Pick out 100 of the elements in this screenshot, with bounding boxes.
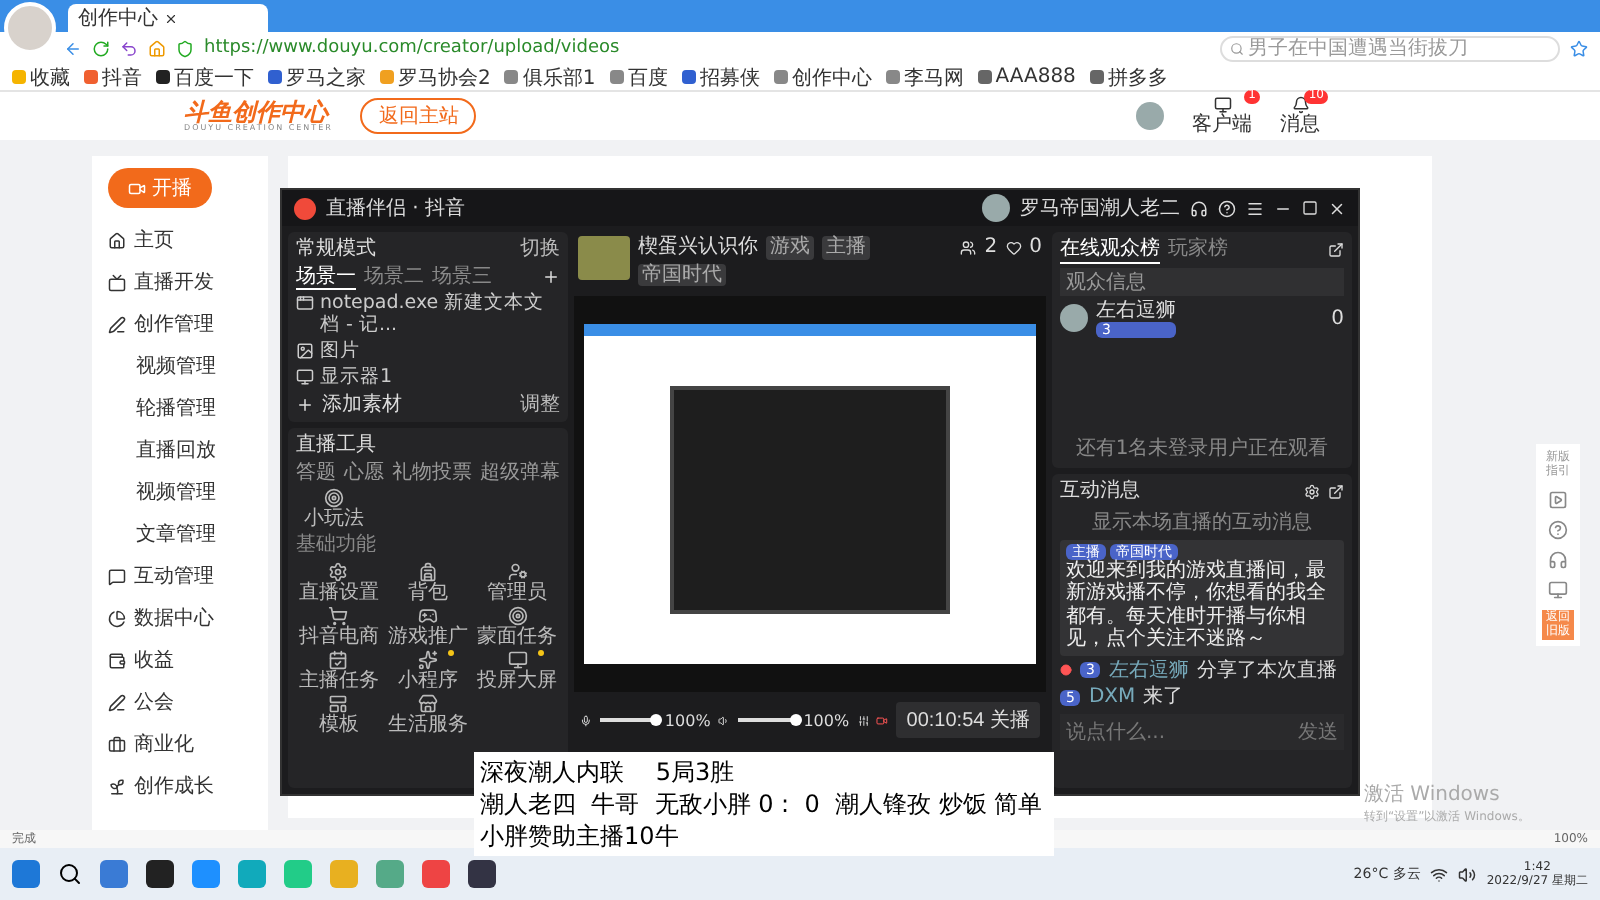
cover-thumbnail[interactable] xyxy=(578,236,630,280)
start-icon[interactable] xyxy=(12,860,40,888)
switch-button[interactable]: 切换 xyxy=(520,238,560,261)
add-source-button[interactable]: 添加素材 xyxy=(322,393,402,417)
speaker-icon[interactable] xyxy=(718,711,731,729)
popout-icon[interactable] xyxy=(1328,483,1344,500)
sidebar-subitem[interactable]: 文章管理 xyxy=(92,516,216,552)
scene-tab[interactable]: 场景一 xyxy=(296,265,356,290)
bookmark-link[interactable]: 百度 xyxy=(609,63,668,91)
sidebar-subitem[interactable]: 轮播管理 xyxy=(92,390,216,426)
audience-tab[interactable]: 在线观众榜 xyxy=(1060,238,1160,263)
source-item[interactable]: notepad.exe 新建文本文档 - 记... xyxy=(296,294,560,338)
volume-icon[interactable] xyxy=(1458,865,1477,883)
stream-title[interactable]: 楔蛋兴认识你 xyxy=(638,236,758,259)
spark-icon xyxy=(417,649,438,670)
bookmark-link[interactable]: 创作中心 xyxy=(773,63,872,91)
search-icon[interactable] xyxy=(58,862,82,886)
end-stream-button[interactable]: 00:10:54 关播 xyxy=(896,702,1040,738)
star-icon[interactable] xyxy=(1570,39,1588,57)
scene-tab[interactable]: 场景三 xyxy=(432,265,492,290)
add-icon[interactable] xyxy=(296,395,314,414)
bookmark-link[interactable]: 拼多多 xyxy=(1089,63,1168,91)
service-icon[interactable] xyxy=(1548,550,1568,571)
tool-link[interactable]: 超级弹幕 xyxy=(480,461,560,485)
mode-label[interactable]: 常规模式 xyxy=(296,238,376,261)
category-tag[interactable]: 帝国时代 xyxy=(638,263,726,286)
tool-item[interactable]: 蒙面任务 xyxy=(474,605,560,648)
screen-icon[interactable] xyxy=(1548,580,1568,601)
sidebar-item[interactable]: 数据中心 xyxy=(92,600,214,636)
tool-item[interactable]: 直播设置 xyxy=(296,561,382,604)
close-icon[interactable] xyxy=(1328,199,1346,217)
adjust-button[interactable]: 调整 xyxy=(520,393,560,417)
bookmark-link[interactable]: 抖音 xyxy=(84,63,142,91)
sidebar-item-icon xyxy=(108,567,126,585)
event-user[interactable]: DXM xyxy=(1088,686,1136,710)
taskbar-app-icon[interactable] xyxy=(146,860,174,888)
game-icon xyxy=(417,605,438,626)
audience-tab[interactable]: 玩家榜 xyxy=(1168,238,1228,263)
bookmark-link[interactable]: AAA888 xyxy=(977,66,1076,88)
sidebar-item[interactable]: 互动管理 xyxy=(92,558,214,594)
mini-game-tool[interactable]: 小玩法 xyxy=(296,488,364,531)
sidebar-subitem[interactable]: 直播回放 xyxy=(92,432,216,468)
search-icon xyxy=(1230,41,1244,55)
popout-icon[interactable] xyxy=(1328,242,1344,259)
tool-link[interactable]: 答题 xyxy=(296,461,336,485)
tool-item[interactable]: 抖音电商 xyxy=(296,605,382,648)
tool-item[interactable]: 生活服务 xyxy=(385,693,471,736)
bookmark-link[interactable]: 收藏 xyxy=(12,63,70,91)
tool-item[interactable]: 背包 xyxy=(385,561,471,604)
address-field[interactable]: https://www.douyu.com/creator/upload/videos xyxy=(204,38,1210,58)
refresh-icon[interactable] xyxy=(92,39,110,57)
network-icon[interactable] xyxy=(1430,865,1449,883)
viewer-name[interactable]: 左右逗狮 xyxy=(1096,299,1176,322)
tool-item[interactable]: 小程序 xyxy=(385,649,471,692)
settings-icon xyxy=(328,561,349,582)
mixer-icon[interactable] xyxy=(857,711,869,729)
bookmark-link[interactable]: 罗马协会2 xyxy=(380,63,491,91)
sidebar-item[interactable]: 创作成长 xyxy=(92,768,214,804)
bookmark-link[interactable]: 招募侠 xyxy=(681,63,760,91)
video-icon[interactable] xyxy=(1548,490,1568,511)
chat-title: 互动消息 xyxy=(1060,480,1140,503)
sidebar-item[interactable]: 收益 xyxy=(92,642,174,678)
sidebar-item[interactable]: 直播开发 xyxy=(92,264,214,300)
camera-icon[interactable] xyxy=(876,711,889,729)
tool-item[interactable]: 游戏推广 xyxy=(385,605,471,648)
undo-icon[interactable] xyxy=(120,39,138,57)
bookmark-link[interactable]: 李马网 xyxy=(885,63,964,91)
bookmark-link[interactable]: 罗马之家 xyxy=(268,63,366,91)
video-camera-icon xyxy=(128,179,146,197)
bookmark-link[interactable]: 俱乐部1 xyxy=(504,63,596,91)
close-tab-icon[interactable] xyxy=(164,11,178,25)
microphone-icon[interactable] xyxy=(580,711,592,729)
sidebar-item[interactable]: 主页 xyxy=(92,222,174,258)
sidebar-item-icon xyxy=(108,693,126,711)
user-avatar[interactable] xyxy=(982,194,1010,222)
menu-icon[interactable] xyxy=(1246,199,1264,217)
event-user[interactable]: 左右逗狮 xyxy=(1108,659,1189,683)
maximize-icon[interactable] xyxy=(1302,200,1318,216)
taskbar-app-icon[interactable] xyxy=(468,860,496,888)
tool-item[interactable]: 模板 xyxy=(296,693,382,736)
source-item[interactable]: 显示器1 xyxy=(296,367,560,390)
browser-tab[interactable]: 创作中心 xyxy=(68,4,268,32)
add-scene-icon[interactable] xyxy=(542,268,560,287)
tool-item[interactable]: 管理员 xyxy=(474,561,560,604)
bookmark-link[interactable]: 百度一下 xyxy=(156,63,254,91)
tool-link[interactable]: 礼物投票 xyxy=(392,461,472,485)
headset-icon[interactable] xyxy=(1190,199,1208,217)
sidebar-item[interactable]: 公会 xyxy=(92,684,174,720)
tool-item[interactable]: 投屏大屏 xyxy=(474,649,560,692)
sidebar-subitem[interactable]: 视频管理 xyxy=(92,474,216,510)
sidebar-item-icon xyxy=(108,735,126,753)
tool-link[interactable]: 心愿 xyxy=(344,461,384,485)
sidebar-subitem[interactable]: 视频管理 xyxy=(92,348,216,384)
back-icon[interactable] xyxy=(64,39,82,57)
scene-tab[interactable]: 场景二 xyxy=(364,265,424,290)
sidebar-item[interactable]: 商业化 xyxy=(92,726,194,762)
source-item[interactable]: 图片 xyxy=(296,341,560,364)
tool-item[interactable]: 主播任务 xyxy=(296,649,382,692)
sidebar-item[interactable]: 创作管理 xyxy=(92,306,214,342)
settings-icon[interactable] xyxy=(1304,483,1320,500)
